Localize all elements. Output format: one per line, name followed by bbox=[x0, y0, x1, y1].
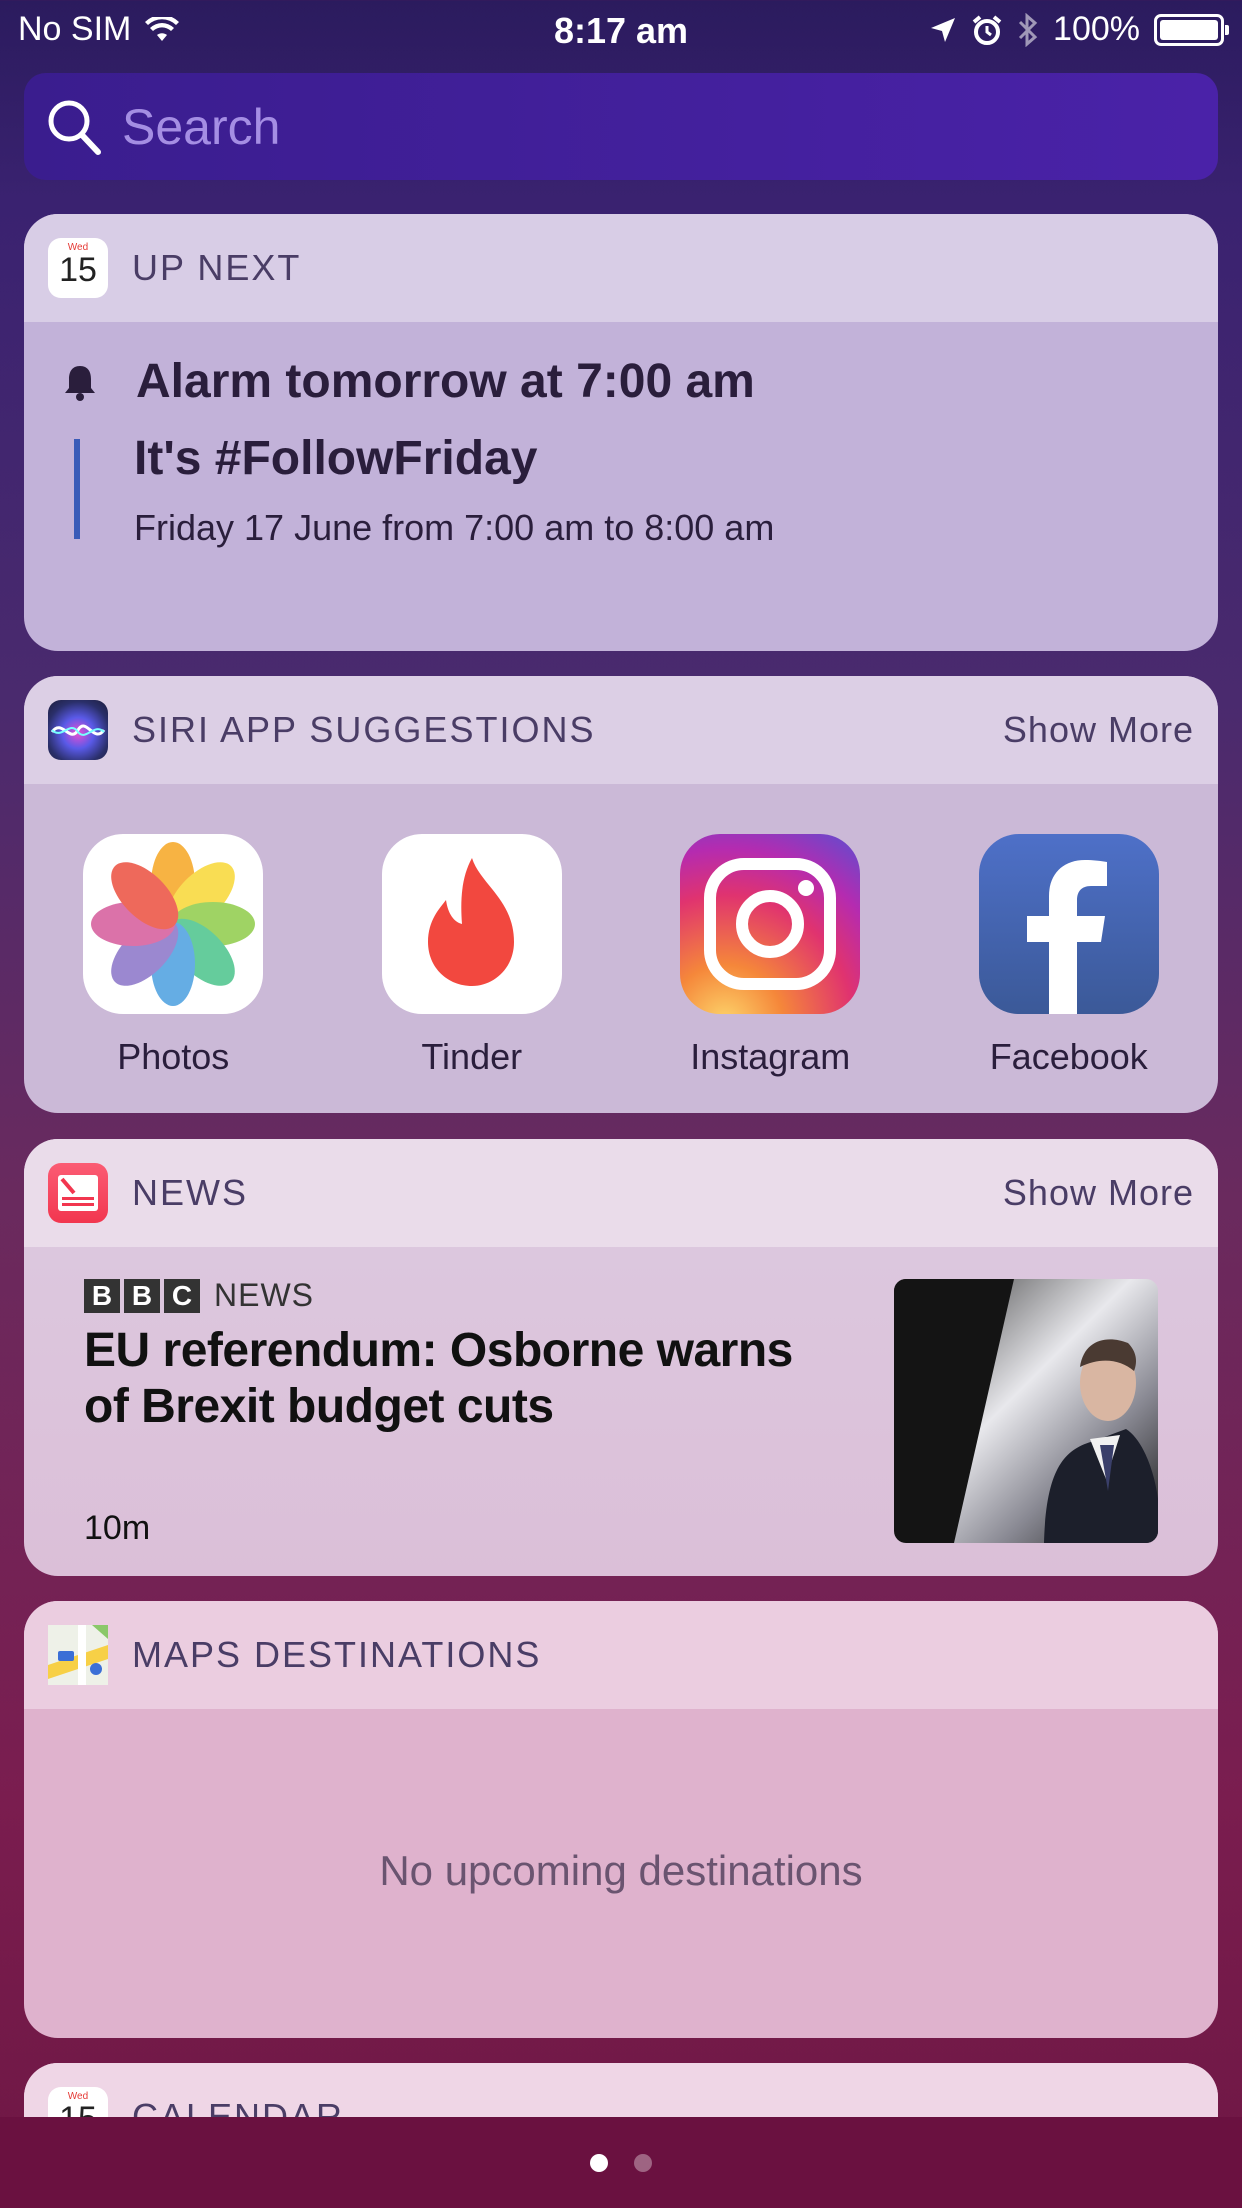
page-dot-today[interactable] bbox=[590, 2154, 608, 2172]
bbc-letter: C bbox=[164, 1278, 200, 1313]
page-dots bbox=[0, 2154, 1242, 2172]
app-tinder[interactable]: Tinder bbox=[323, 834, 622, 1078]
news-header: NEWS Show More bbox=[24, 1139, 1218, 1247]
status-bar: No SIM 8:17 am 100% bbox=[0, 0, 1242, 62]
bbc-news-word: NEWS bbox=[214, 1277, 314, 1313]
facebook-f-icon bbox=[978, 834, 1159, 1014]
instagram-camera-icon bbox=[680, 834, 861, 1014]
calendar-app-icon: Wed 15 bbox=[48, 238, 108, 298]
bluetooth-icon bbox=[1018, 12, 1038, 47]
tinder-flame-icon bbox=[381, 834, 562, 1014]
app-label: Tinder bbox=[421, 1036, 523, 1077]
bbc-letter: B bbox=[124, 1278, 160, 1313]
siri-icon bbox=[48, 700, 108, 760]
alarm-row[interactable]: Alarm tomorrow at 7:00 am bbox=[60, 354, 755, 409]
alarm-clock-icon bbox=[972, 14, 1002, 45]
up-next-widget[interactable]: Wed 15 UP NEXT Alarm tomorrow at 7:00 am… bbox=[24, 214, 1218, 651]
maps-header: MAPS DESTINATIONS bbox=[24, 1601, 1218, 1709]
app-label: Photos bbox=[117, 1036, 230, 1077]
app-label: Facebook bbox=[989, 1036, 1148, 1077]
photos-app-icon bbox=[83, 834, 264, 1014]
event-item[interactable]: It's #FollowFriday Friday 17 June from 7… bbox=[74, 432, 774, 548]
up-next-title: UP NEXT bbox=[132, 247, 302, 288]
siri-suggestions-widget: SIRI APP SUGGESTIONS Show More Photos Ti… bbox=[24, 676, 1218, 1113]
location-arrow-icon bbox=[931, 17, 956, 42]
calendar-icon-date: 15 bbox=[59, 251, 97, 289]
maps-app-icon bbox=[48, 1625, 108, 1685]
up-next-header: Wed 15 UP NEXT bbox=[24, 214, 1218, 322]
bbc-letter: B bbox=[84, 1278, 120, 1313]
search-icon bbox=[48, 100, 101, 155]
app-instagram[interactable]: Instagram bbox=[621, 834, 920, 1078]
battery-percent: 100% bbox=[1053, 10, 1140, 48]
app-facebook[interactable]: Facebook bbox=[920, 834, 1219, 1078]
maps-empty-message: No upcoming destinations bbox=[379, 1847, 863, 1894]
news-show-more-button[interactable]: Show More bbox=[1003, 1172, 1194, 1214]
news-age: 10m bbox=[84, 1509, 151, 1547]
news-app-icon bbox=[48, 1163, 108, 1223]
alarm-text: Alarm tomorrow at 7:00 am bbox=[136, 355, 755, 408]
event-title: It's #FollowFriday bbox=[134, 432, 538, 485]
app-photos[interactable]: Photos bbox=[24, 834, 323, 1078]
battery-icon bbox=[1154, 13, 1229, 46]
status-right: 100% bbox=[929, 10, 1229, 49]
maps-title: MAPS DESTINATIONS bbox=[132, 1634, 542, 1675]
event-time: Friday 17 June from 7:00 am to 8:00 am bbox=[134, 507, 775, 548]
bbc-news-logo: B B C NEWS bbox=[84, 1277, 314, 1314]
maps-destinations-widget: MAPS DESTINATIONS No upcoming destinatio… bbox=[24, 1601, 1218, 2038]
bell-icon bbox=[65, 365, 95, 401]
page-dot-home[interactable] bbox=[634, 2154, 652, 2172]
search-input[interactable] bbox=[122, 97, 1122, 156]
siri-show-more-button[interactable]: Show More bbox=[1003, 709, 1194, 751]
news-headline[interactable]: EU referendum: Osborne warns of Brexit b… bbox=[84, 1323, 844, 1435]
app-label: Instagram bbox=[690, 1036, 851, 1077]
news-title: NEWS bbox=[132, 1172, 248, 1213]
siri-title: SIRI APP SUGGESTIONS bbox=[132, 709, 596, 750]
siri-header: SIRI APP SUGGESTIONS Show More bbox=[24, 676, 1218, 784]
news-widget[interactable]: NEWS Show More B B C NEWS EU referendum:… bbox=[24, 1139, 1218, 1576]
suggested-apps: Photos Tinder Instagram Facebook bbox=[24, 834, 1218, 1078]
search-bar[interactable] bbox=[24, 73, 1218, 180]
news-thumbnail[interactable] bbox=[894, 1279, 1158, 1543]
